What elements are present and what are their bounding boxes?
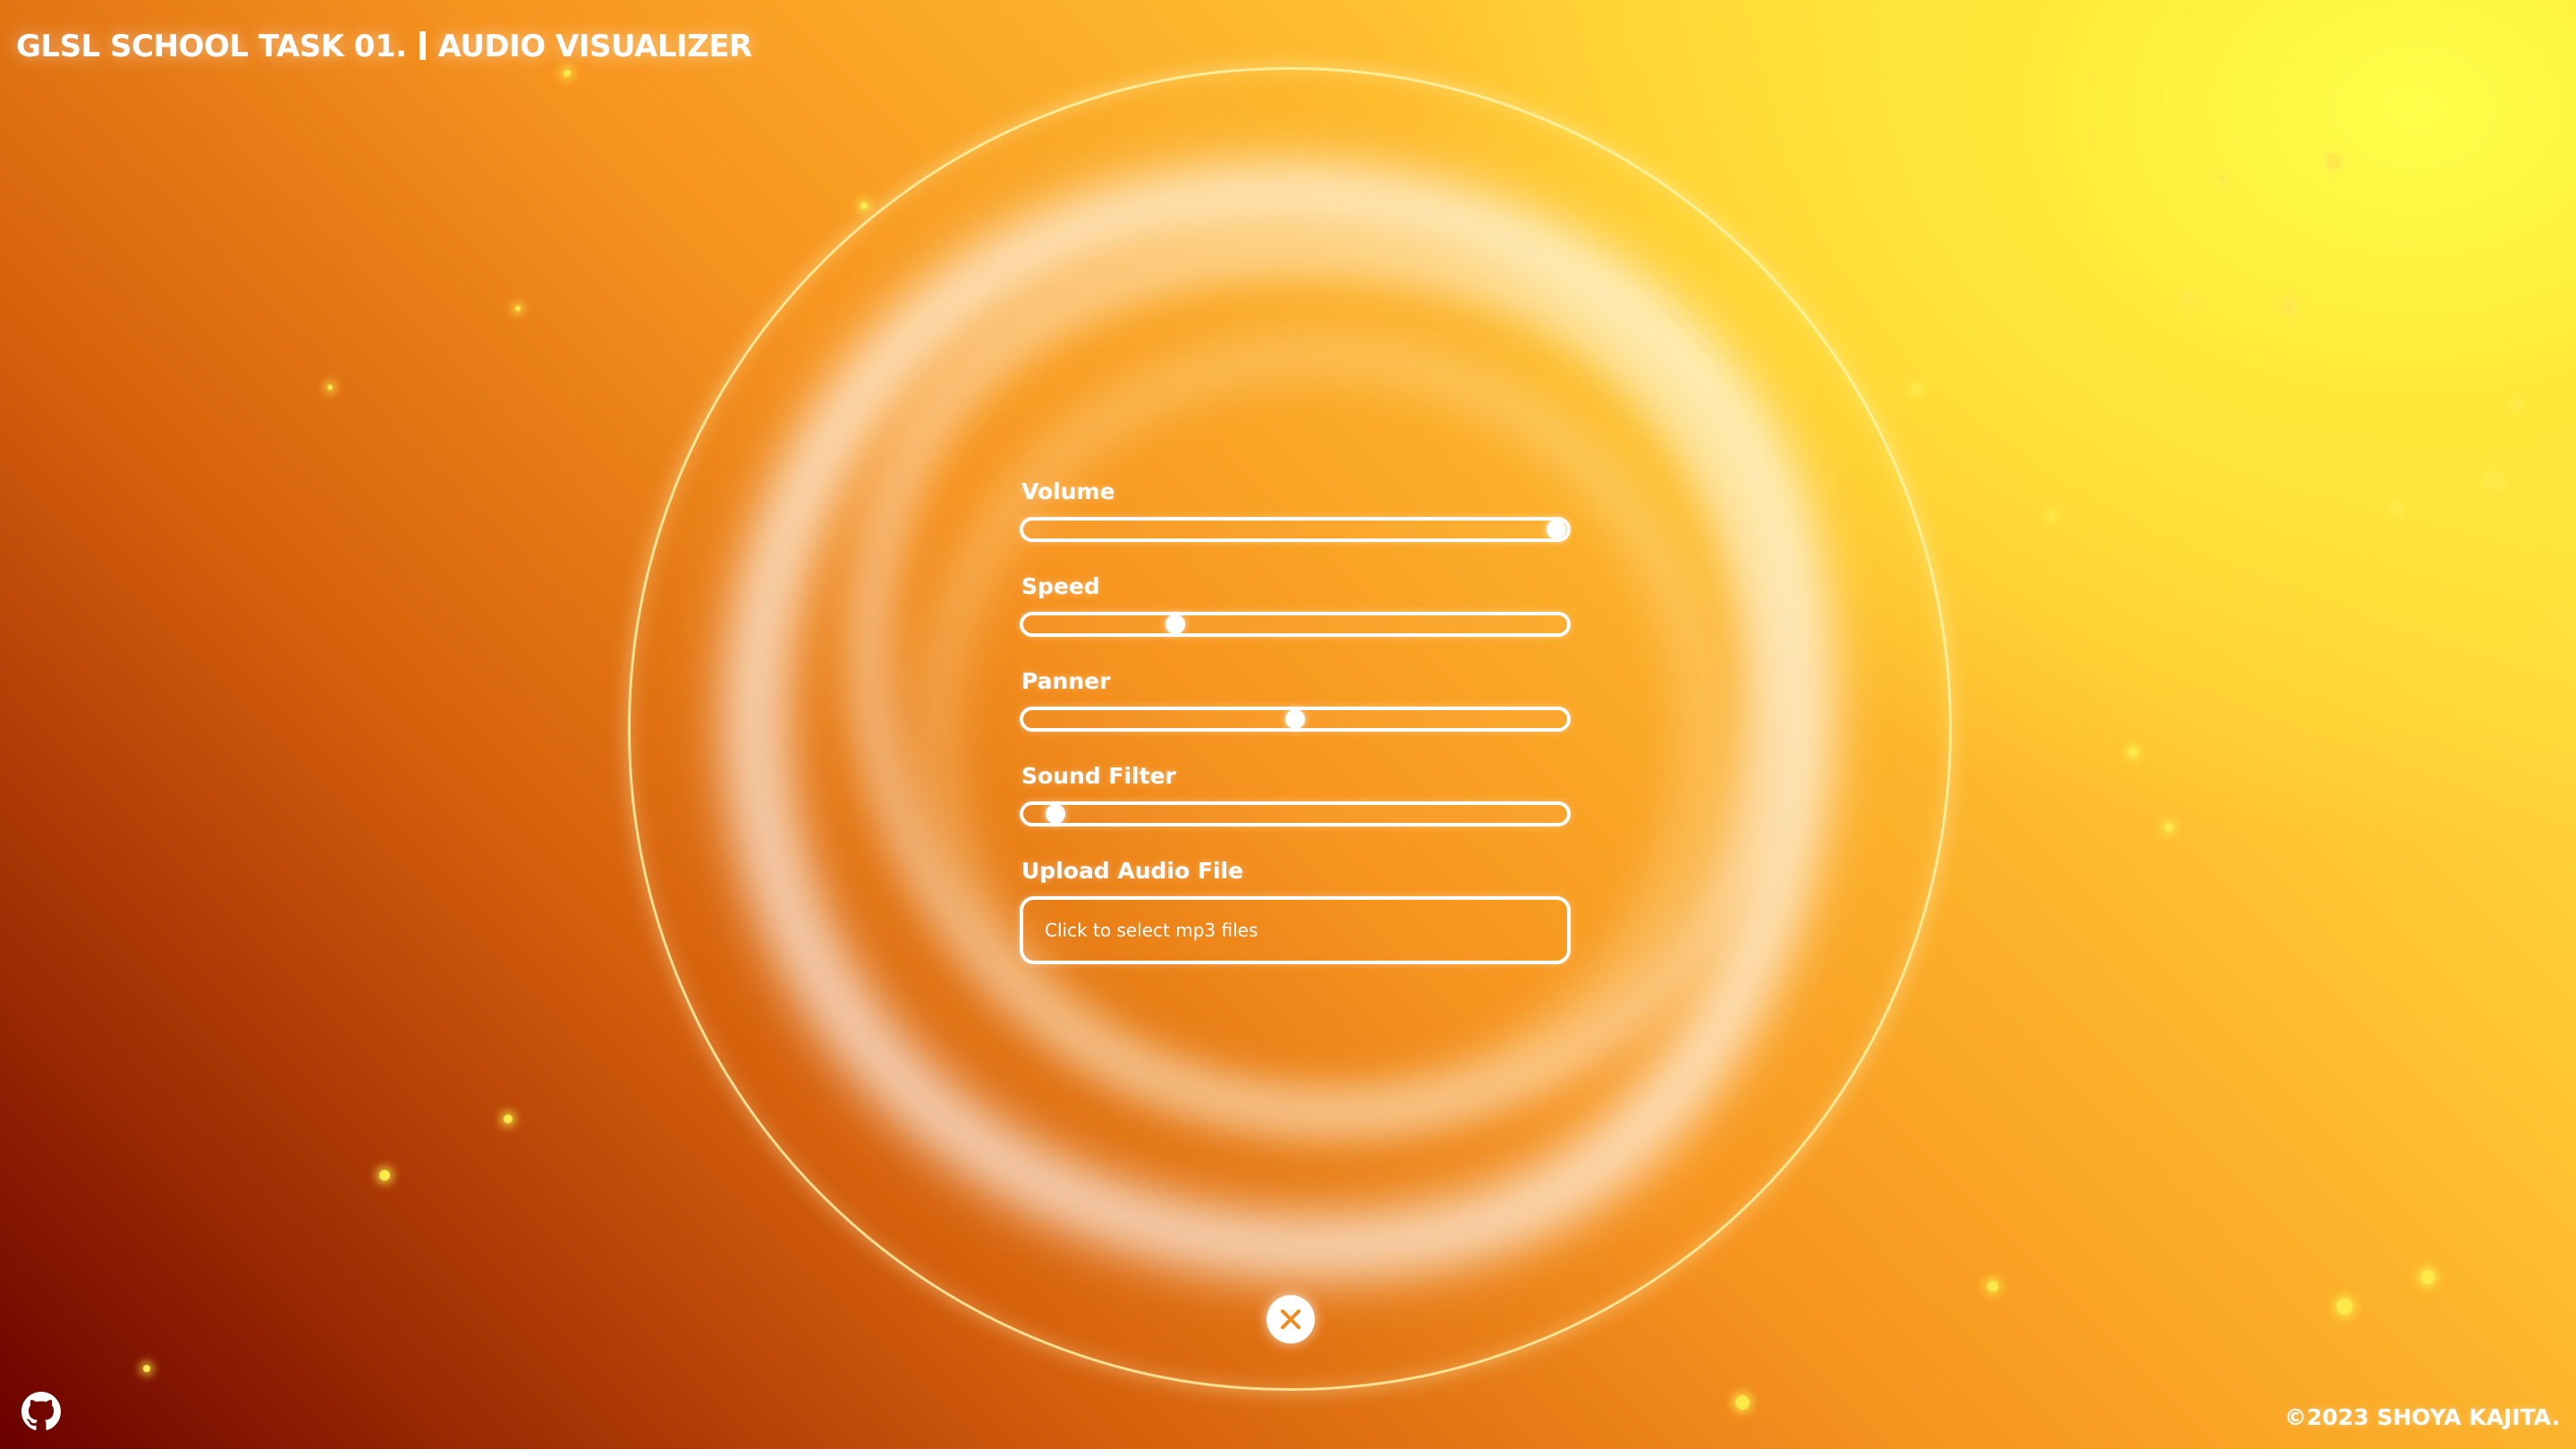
title-divider bbox=[419, 31, 426, 60]
control-panel: Volume Speed Panner Sound Filter Upload … bbox=[1020, 479, 1571, 964]
particle bbox=[564, 70, 571, 77]
particle bbox=[1912, 385, 1921, 394]
particle bbox=[2281, 300, 2295, 314]
particle bbox=[2129, 748, 2138, 757]
panner-label: Panner bbox=[1021, 668, 1111, 694]
app-title-task: GLSL SCHOOL TASK 01. bbox=[16, 29, 407, 64]
close-button[interactable] bbox=[1267, 1295, 1315, 1343]
particle bbox=[379, 1170, 390, 1181]
particle bbox=[2165, 823, 2174, 832]
particle bbox=[2392, 503, 2402, 513]
speed-label: Speed bbox=[1021, 573, 1100, 599]
sound-filter-label: Sound Filter bbox=[1021, 763, 1176, 789]
upload-audio-label: Upload Audio File bbox=[1021, 858, 1244, 884]
close-icon bbox=[1281, 1309, 1301, 1329]
speed-slider[interactable] bbox=[1020, 612, 1571, 637]
sound-filter-slider-thumb[interactable] bbox=[1046, 804, 1066, 824]
particle bbox=[504, 1114, 513, 1123]
particle bbox=[2182, 293, 2193, 304]
volume-slider-thumb[interactable] bbox=[1546, 520, 1566, 539]
upload-audio-placeholder: Click to select mp3 files bbox=[1045, 919, 1258, 941]
panner-slider[interactable] bbox=[1020, 707, 1571, 732]
particle bbox=[1735, 1395, 1750, 1410]
particle bbox=[860, 202, 868, 209]
speed-slider-thumb[interactable] bbox=[1165, 614, 1186, 634]
particle bbox=[1987, 1281, 1998, 1292]
particle bbox=[2420, 1270, 2435, 1284]
particle bbox=[515, 306, 521, 311]
copyright-text: ©2023 SHOYA KAJITA. bbox=[2284, 1404, 2560, 1430]
volume-label: Volume bbox=[1021, 479, 1115, 504]
particle bbox=[2336, 1299, 2352, 1315]
panner-slider-thumb[interactable] bbox=[1285, 709, 1305, 729]
app-title: GLSL SCHOOL TASK 01. AUDIO VISUALIZER bbox=[16, 29, 752, 64]
upload-audio-field[interactable]: Click to select mp3 files bbox=[1020, 896, 1571, 964]
sound-filter-slider[interactable] bbox=[1020, 801, 1571, 826]
particle bbox=[2326, 154, 2342, 170]
particle bbox=[2513, 401, 2521, 408]
particle bbox=[327, 385, 333, 390]
particle bbox=[2487, 472, 2503, 488]
particle bbox=[143, 1365, 150, 1372]
github-icon[interactable] bbox=[21, 1392, 61, 1431]
app-title-name: AUDIO VISUALIZER bbox=[437, 29, 753, 64]
particle bbox=[2218, 175, 2225, 182]
particle bbox=[2048, 512, 2055, 519]
volume-slider[interactable] bbox=[1020, 517, 1571, 542]
